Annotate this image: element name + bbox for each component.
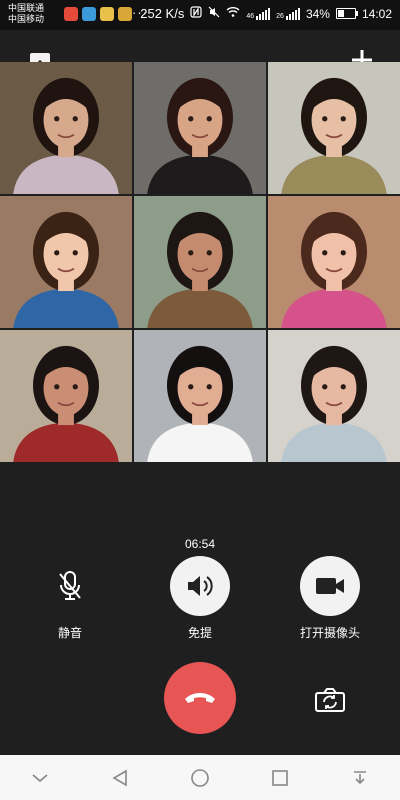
participant-video-frame: [0, 62, 132, 194]
nav-notifications-button[interactable]: [344, 762, 376, 794]
participant-video-tile[interactable]: [134, 330, 266, 462]
mute-label: 静音: [57, 626, 82, 640]
carrier-info: 中国联通 中国移动: [8, 3, 44, 25]
battery-icon: [335, 8, 358, 19]
person-eye: [322, 250, 328, 256]
net-speed: 252 K/s: [140, 6, 185, 21]
notification-icons: [64, 7, 132, 21]
chevron-down-icon: [32, 773, 48, 782]
network-label: 46: [246, 12, 255, 20]
wifi-icon: [226, 6, 240, 21]
app-icon: [82, 7, 96, 21]
carrier-1: 中国联通: [8, 3, 45, 13]
nav-back-button[interactable]: [104, 762, 136, 794]
switch-camera-icon: [315, 688, 345, 712]
battery-percentage: 34%: [305, 6, 330, 21]
speaker-button-circle[interactable]: [170, 556, 230, 616]
signal-strength-2-icon: 26: [276, 7, 300, 20]
nfc-icon: [190, 6, 202, 21]
speaker-icon: [188, 576, 213, 596]
mute-status-icon: [208, 6, 220, 21]
person-eye: [54, 116, 60, 122]
participant-video-frame: [0, 330, 132, 462]
participant-video-tile[interactable]: [0, 196, 132, 328]
switch-camera-button[interactable]: [310, 680, 350, 720]
home-circle-icon: [191, 768, 209, 787]
person-eye: [188, 250, 194, 256]
nav-hide-button[interactable]: [24, 762, 56, 794]
nav-recents-button[interactable]: [264, 762, 296, 794]
speaker-label: 免提: [187, 626, 212, 640]
participant-video-frame: [134, 62, 266, 194]
participant-video-tile[interactable]: [268, 196, 400, 328]
participant-video-frame: [0, 196, 132, 328]
mute-button[interactable]: 静音: [25, 556, 115, 641]
participant-video-grid: [0, 62, 400, 462]
participant-video-frame: [268, 196, 400, 328]
participant-video-frame: [268, 330, 400, 462]
camera-button-circle[interactable]: [300, 556, 360, 616]
back-triangle-icon: [112, 769, 127, 786]
network-label-2: 26: [276, 12, 284, 20]
clock: 14:02: [361, 6, 392, 21]
participant-video-tile[interactable]: [268, 62, 400, 194]
person-eye: [206, 116, 212, 122]
person-eye: [72, 116, 78, 122]
mute-button-circle[interactable]: [40, 556, 100, 616]
person-eye: [54, 384, 60, 390]
status-right-group: 252 K/s 46 26 34% 14:02: [140, 6, 392, 21]
pull-down-icon: [354, 770, 366, 784]
person-eye: [340, 116, 346, 122]
person-eye: [340, 384, 346, 390]
person-eye: [72, 250, 78, 256]
recents-square-icon: [272, 769, 288, 786]
participant-video-tile[interactable]: [134, 62, 266, 194]
person-eye: [188, 116, 194, 122]
person-eye: [188, 384, 194, 390]
status-bar: 中国联通 中国移动 ··· 252 K/s 46 26 34% 14:02: [0, 0, 400, 30]
person-eye: [206, 384, 212, 390]
participant-video-tile[interactable]: [0, 62, 132, 194]
person-eye: [322, 116, 328, 122]
person-eye: [206, 250, 212, 256]
participant-video-tile[interactable]: [268, 330, 400, 462]
video-call-screen: 中国联通 中国移动 ··· 252 K/s 46 26 34% 14:02 06…: [0, 0, 400, 800]
video-camera-icon: [316, 578, 344, 594]
person-eye: [72, 384, 78, 390]
system-navigation-bar: [0, 755, 400, 800]
map-pin-icon: [100, 7, 114, 21]
microphone-off-icon: [59, 571, 81, 600]
app-icon: [64, 7, 78, 21]
carrier-2: 中国移动: [8, 14, 45, 24]
call-duration: 06:54: [184, 537, 216, 551]
nav-home-button[interactable]: [184, 762, 216, 794]
hang-up-button[interactable]: [164, 662, 236, 734]
app-icon: [118, 7, 132, 21]
speaker-button[interactable]: 免提: [155, 556, 245, 641]
signal-strength-1-icon: 46: [246, 7, 271, 20]
camera-label: 打开摄像头: [299, 626, 360, 640]
participant-video-frame: [134, 330, 266, 462]
participant-video-frame: [134, 196, 266, 328]
person-eye: [322, 384, 328, 390]
participant-video-frame: [268, 62, 400, 194]
person-eye: [54, 250, 60, 256]
person-eye: [340, 250, 346, 256]
participant-video-tile[interactable]: [134, 196, 266, 328]
participant-video-tile[interactable]: [0, 330, 132, 462]
camera-button[interactable]: 打开摄像头: [285, 556, 375, 641]
phone-hangup-icon: [185, 693, 215, 703]
